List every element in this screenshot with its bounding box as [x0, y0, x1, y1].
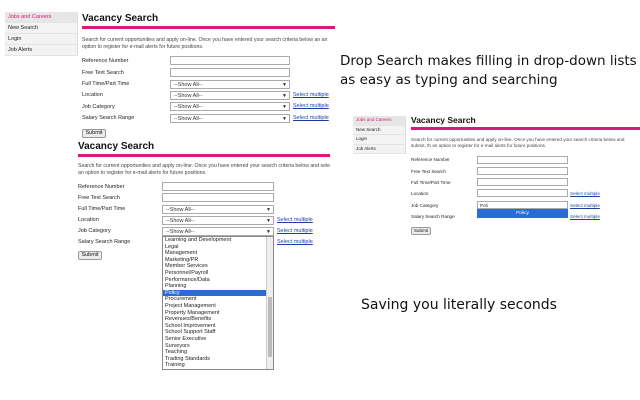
dropdown-option[interactable]: Project Management: [163, 303, 267, 310]
page-title: Vacancy Search: [82, 13, 159, 24]
label-full-part-time: Full Time/Part Time: [78, 206, 126, 212]
location-input[interactable]: [477, 189, 568, 197]
dropdown-option[interactable]: Training: [163, 362, 267, 369]
headline-caption: Drop Search makes filling in drop-down l…: [340, 53, 637, 88]
title-underline-right: [411, 127, 640, 130]
submit-button[interactable]: Submit: [411, 227, 431, 235]
dropdown-option[interactable]: Marketing/PR: [163, 257, 267, 264]
reference-number-input[interactable]: [170, 56, 290, 65]
job-category-select-multiple-link[interactable]: Select multiple: [293, 103, 329, 109]
intro-text-right: Search for current opportunities and app…: [411, 137, 625, 148]
job-category-suggestion[interactable]: Policy: [477, 209, 568, 218]
label-job-category: Job Category: [78, 228, 111, 234]
sidebar-item-login[interactable]: Login: [5, 34, 77, 45]
location-select[interactable]: --Show All-- ▼: [170, 91, 290, 100]
label-free-text-search: Free Text Search: [82, 70, 124, 76]
job-category-select[interactable]: --Show All-- ▼: [162, 227, 274, 236]
dropdown-option[interactable]: Performance/Data: [163, 277, 267, 284]
chevron-down-icon: ▼: [282, 93, 287, 99]
chevron-down-icon: ▼: [282, 82, 287, 88]
dropdown-option[interactable]: Teaching: [163, 349, 267, 356]
label-reference-number: Reference Number: [411, 157, 450, 162]
label-salary-range: Salary Search Range: [82, 115, 135, 121]
sidebar-item-new-search[interactable]: New Search: [5, 23, 77, 34]
sidebar-item-new-search[interactable]: New Search: [353, 126, 405, 135]
label-salary-range: Salary Search Range: [411, 214, 455, 219]
label-free-text-search: Free Text Search: [411, 169, 446, 174]
free-text-search-input[interactable]: [477, 167, 568, 175]
scrollbar-thumb[interactable]: [268, 297, 272, 357]
salary-range-select[interactable]: --Show All-- ▼: [170, 114, 290, 123]
salary-select-multiple-link[interactable]: Select multiple: [277, 239, 313, 245]
chevron-down-icon: ▼: [266, 229, 271, 235]
dropdown-option[interactable]: Surveyors: [163, 343, 267, 350]
reference-number-input[interactable]: [477, 156, 568, 164]
sidebar-item-jobs-and-careers[interactable]: Jobs and Careers: [5, 12, 77, 23]
sidebar-item-jobs-and-careers[interactable]: Jobs and Careers: [353, 116, 405, 126]
page-title-right: Vacancy Search: [411, 115, 476, 125]
chevron-down-icon: ▼: [282, 116, 287, 122]
salary-select-multiple-link[interactable]: Select multiple: [293, 115, 329, 121]
dropdown-option[interactable]: Policy: [163, 289, 267, 297]
free-text-search-input[interactable]: [170, 68, 290, 77]
chevron-down-icon: ▼: [266, 207, 271, 213]
dropdown-option[interactable]: Learning and Development: [163, 237, 267, 244]
dropdown-option[interactable]: Revenues/Benefits: [163, 316, 267, 323]
intro-text: Search for current opportunities and app…: [82, 37, 328, 50]
dropdown-option[interactable]: Management: [163, 250, 267, 257]
dropdown-option[interactable]: Member Services: [163, 263, 267, 270]
sidebar-item-login[interactable]: Login: [353, 135, 405, 145]
full-part-time-select[interactable]: --Show All-- ▼: [162, 205, 274, 214]
job-category-select-multiple-link[interactable]: Select multiple: [277, 228, 313, 234]
label-free-text-search: Free Text Search: [78, 195, 120, 201]
sidebar-item-job-alerts[interactable]: Job Alerts: [5, 45, 77, 56]
submit-button[interactable]: Submit: [78, 251, 102, 260]
submit-button[interactable]: Submit: [82, 129, 106, 138]
chevron-down-icon: ▼: [266, 218, 271, 224]
label-job-category: Job Category: [82, 104, 115, 110]
job-category-dropdown-list[interactable]: Learning and Development Legal Management M…: [162, 236, 274, 370]
tagline-caption: Saving you literally seconds: [361, 297, 557, 313]
label-full-part-time: Full Time/Part Time: [411, 180, 451, 185]
dropdown-option[interactable]: Procurement: [163, 296, 267, 303]
sidebar-top: Jobs and Careers New Search Login Job Al…: [5, 12, 78, 56]
title-underline: [82, 26, 335, 29]
dropdown-option[interactable]: Legal: [163, 244, 267, 251]
dropdown-option[interactable]: Planning: [163, 283, 267, 290]
label-location: Location: [411, 191, 429, 196]
label-reference-number: Reference Number: [78, 184, 125, 190]
full-part-time-select[interactable]: --Show All-- ▼: [170, 80, 290, 89]
page-title-mid: Vacancy Search: [78, 141, 155, 152]
dropdown-options: Learning and Development Legal Management M…: [163, 237, 267, 369]
location-select-multiple-link[interactable]: Select multiple: [277, 217, 313, 223]
job-category-select[interactable]: --Show All-- ▼: [170, 102, 290, 111]
intro-text-mid: Search for current opportunities and app…: [78, 163, 331, 176]
dropdown-option[interactable]: School Support Staff: [163, 329, 267, 336]
label-full-part-time: Full Time/Part Time: [82, 81, 130, 87]
chevron-down-icon: ▼: [282, 104, 287, 110]
title-underline-mid: [78, 154, 330, 157]
label-salary-range: Salary Search Range: [78, 239, 131, 245]
full-part-time-input[interactable]: [477, 178, 568, 186]
location-select-multiple-link[interactable]: Select multiple: [570, 191, 600, 196]
reference-number-input[interactable]: [162, 182, 274, 191]
location-select[interactable]: --Show All-- ▼: [162, 216, 274, 225]
salary-select-multiple-link[interactable]: Select multiple: [570, 214, 600, 219]
dropdown-option[interactable]: Senior Executive: [163, 336, 267, 343]
dropdown-scrollbar[interactable]: [266, 237, 273, 369]
label-location: Location: [82, 92, 103, 98]
label-job-category: Job Category: [411, 203, 439, 208]
dropdown-option[interactable]: School Improvement: [163, 323, 267, 330]
label-reference-number: Reference Number: [82, 58, 129, 64]
dropdown-option[interactable]: Trading Standards: [163, 356, 267, 363]
sidebar-item-job-alerts[interactable]: Job Alerts: [353, 145, 405, 154]
dropdown-option[interactable]: Personnel/Payroll: [163, 270, 267, 277]
sidebar-right: Jobs and Careers New Search Login Job Al…: [353, 116, 406, 154]
job-category-search-input[interactable]: Poli: [477, 201, 568, 209]
free-text-search-input[interactable]: [162, 193, 274, 202]
job-category-select-multiple-link[interactable]: Select multiple: [570, 203, 600, 208]
dropdown-option[interactable]: Property Management: [163, 310, 267, 317]
label-location: Location: [78, 217, 99, 223]
location-select-multiple-link[interactable]: Select multiple: [293, 92, 329, 98]
